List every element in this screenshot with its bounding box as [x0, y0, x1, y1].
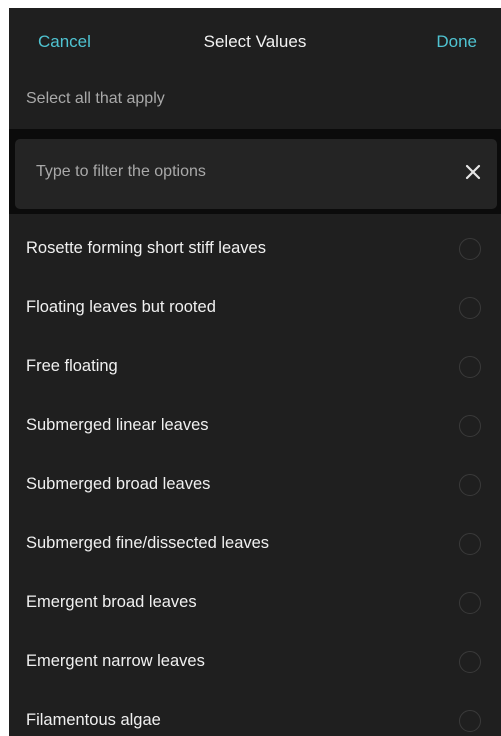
option-item[interactable]: Submerged linear leaves [9, 397, 501, 456]
option-item[interactable]: Submerged fine/dissected leaves [9, 515, 501, 574]
select-values-screen: Cancel Select Values Done Select all tha… [9, 8, 501, 736]
radio-button[interactable] [459, 297, 481, 319]
filter-input[interactable] [36, 159, 436, 185]
option-item[interactable]: Submerged broad leaves [9, 456, 501, 515]
option-item[interactable]: Free floating [9, 338, 501, 397]
filter-bar [9, 129, 501, 214]
top-bar: Cancel Select Values Done [9, 8, 501, 78]
page-title: Select Values [203, 32, 307, 51]
option-label: Submerged fine/dissected leaves [26, 534, 270, 552]
radio-button[interactable] [459, 592, 481, 614]
option-item[interactable]: Filamentous algae [9, 692, 501, 736]
option-label: Filamentous algae [26, 711, 161, 729]
radio-button[interactable] [459, 710, 481, 732]
radio-button[interactable] [459, 238, 481, 260]
options-list: Rosette forming short stiff leaves Float… [9, 220, 501, 736]
option-label: Emergent broad leaves [26, 593, 197, 611]
option-item[interactable]: Emergent broad leaves [9, 574, 501, 633]
option-label: Emergent narrow leaves [26, 652, 205, 670]
option-item[interactable]: Emergent narrow leaves [9, 633, 501, 692]
option-label: Rosette forming short stiff leaves [26, 239, 266, 257]
radio-button[interactable] [459, 533, 481, 555]
instruction-text: Select all that apply [26, 90, 165, 107]
option-label: Free floating [26, 357, 118, 375]
option-item[interactable]: Rosette forming short stiff leaves [9, 220, 501, 279]
done-button[interactable]: Done [436, 32, 477, 52]
option-item[interactable]: Floating leaves but rooted [9, 279, 501, 338]
option-label: Submerged linear leaves [26, 416, 209, 434]
option-label: Floating leaves but rooted [26, 298, 216, 316]
filter-field[interactable] [15, 139, 497, 209]
radio-button[interactable] [459, 415, 481, 437]
radio-button[interactable] [459, 651, 481, 673]
close-icon[interactable] [463, 162, 483, 182]
radio-button[interactable] [459, 474, 481, 496]
radio-button[interactable] [459, 356, 481, 378]
option-label: Submerged broad leaves [26, 475, 211, 493]
